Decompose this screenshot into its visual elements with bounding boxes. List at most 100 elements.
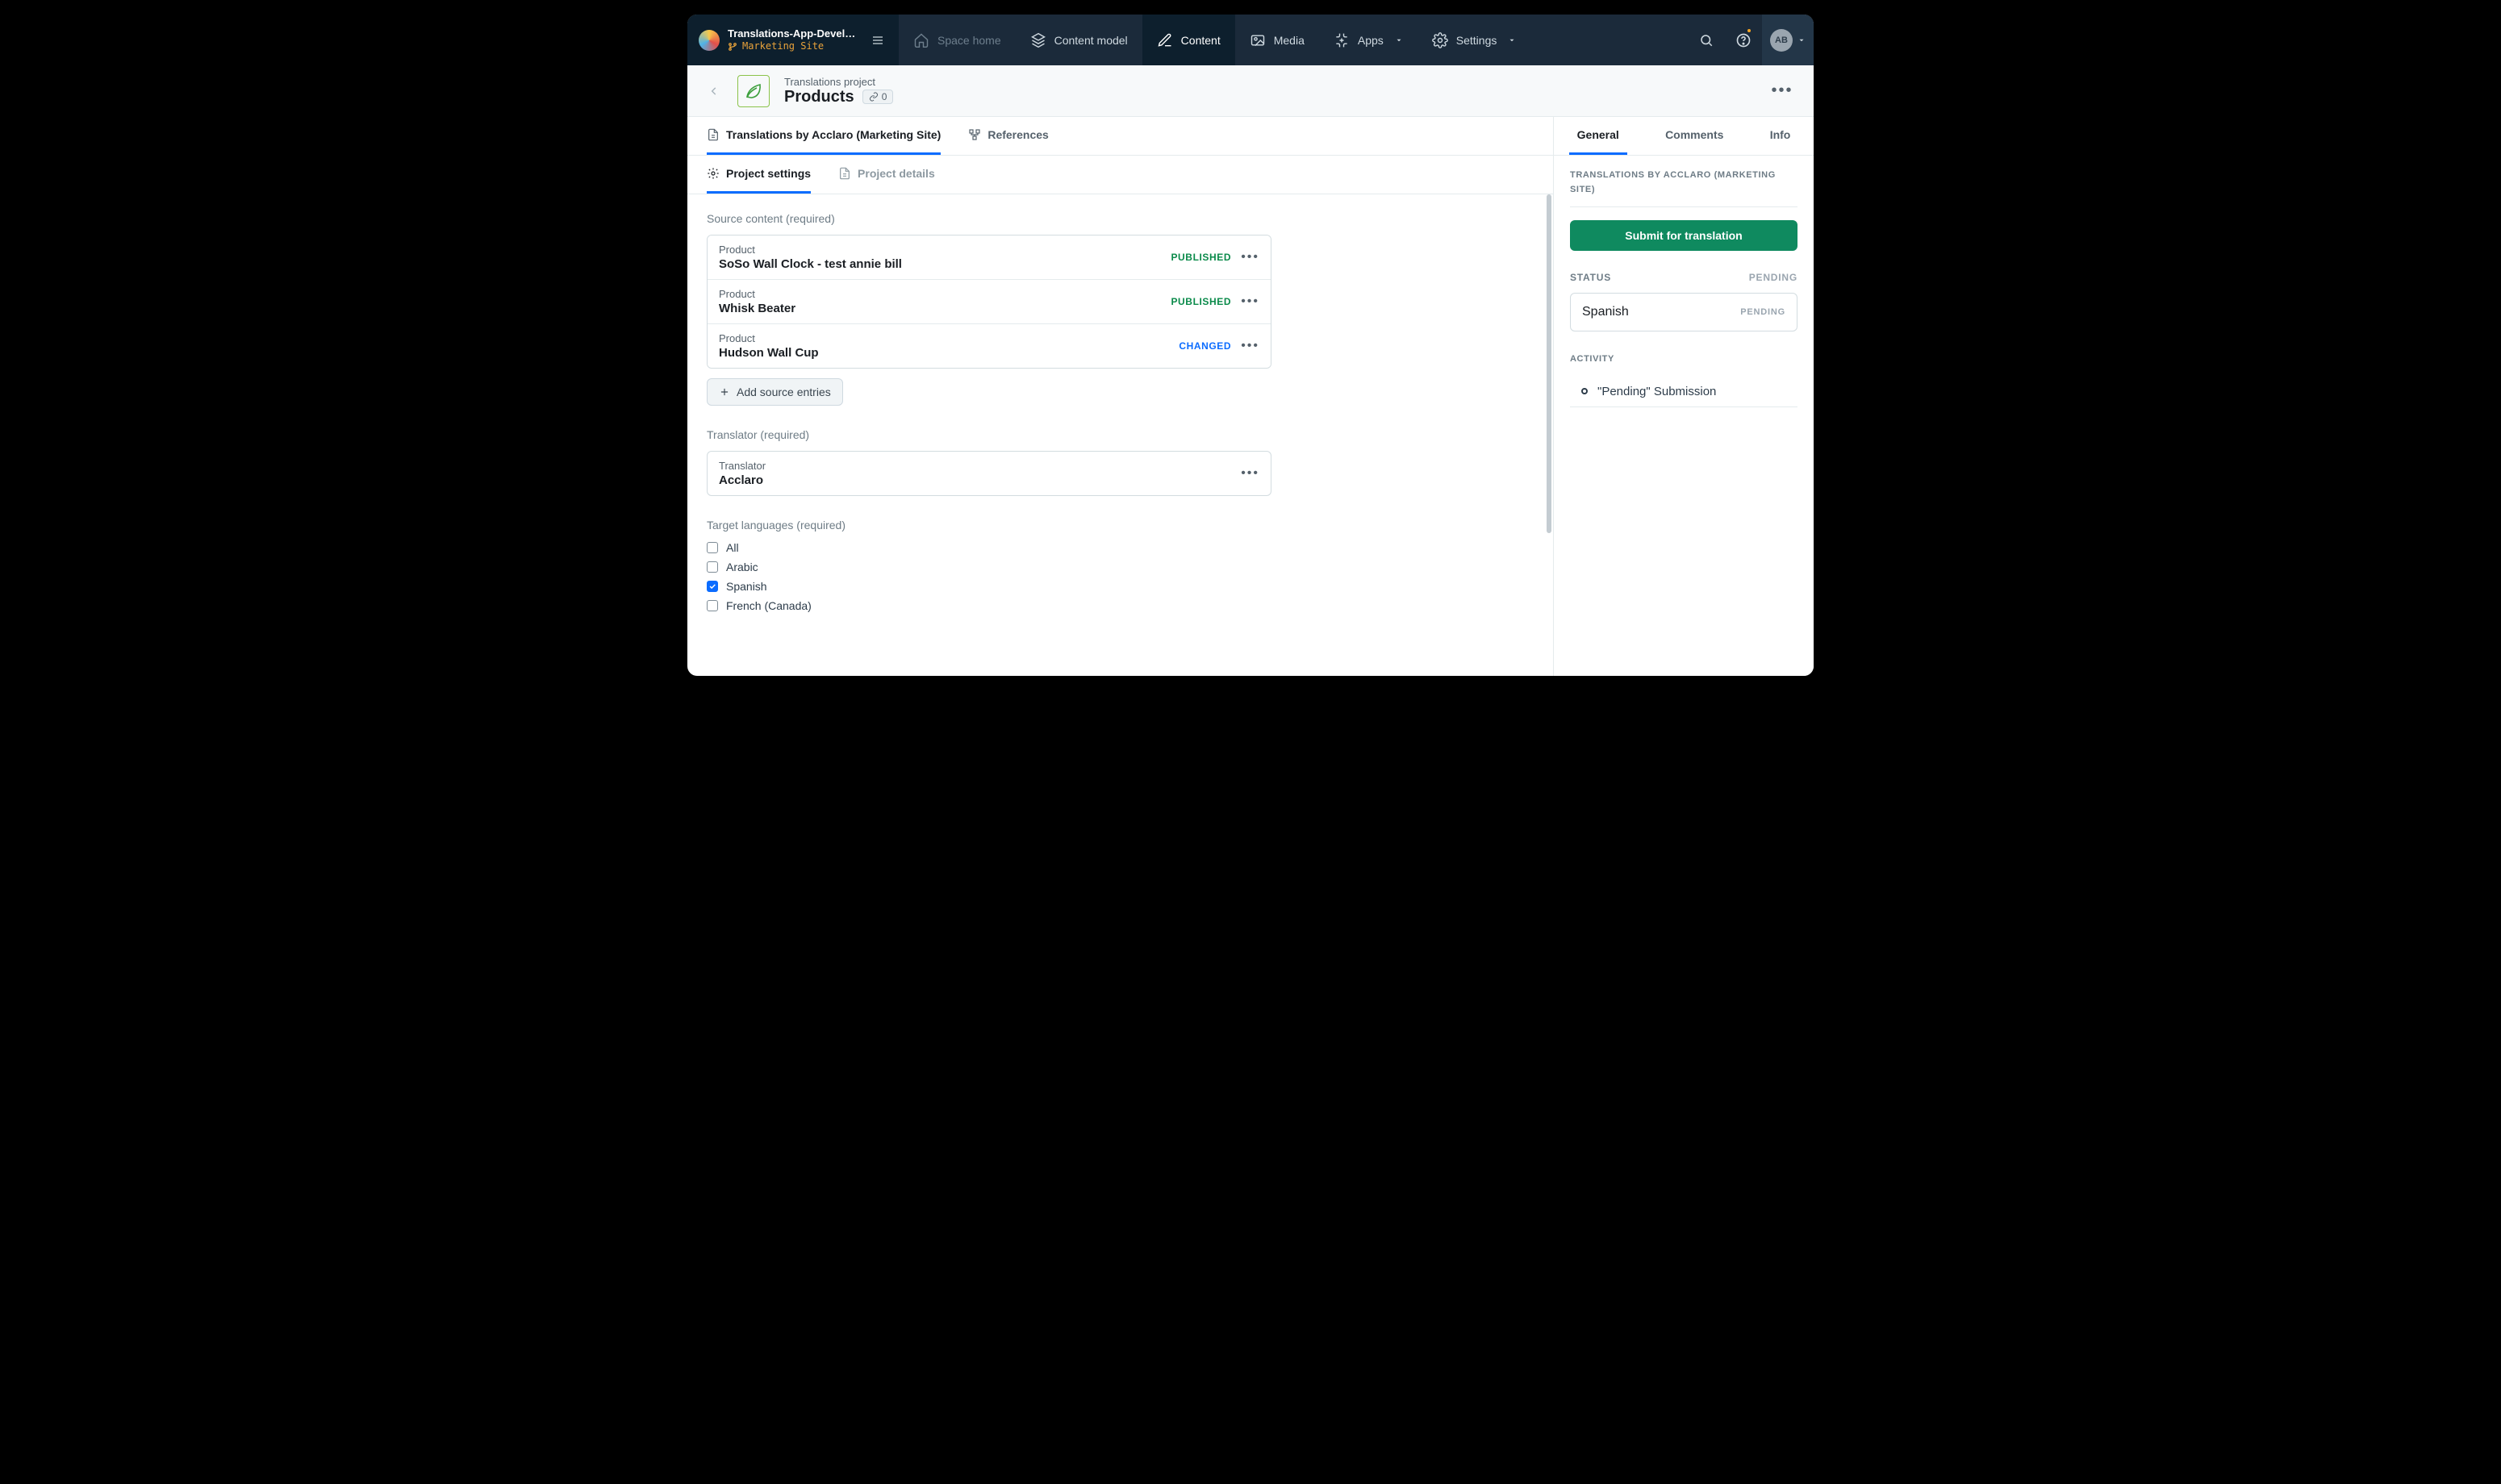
activity-text: "Pending" Submission (1597, 385, 1716, 398)
entry-title: SoSo Wall Clock - test annie bill (719, 257, 902, 271)
nav-content-model[interactable]: Content model (1016, 15, 1142, 65)
entry-header: Translations project Products 0 ••• (687, 65, 1814, 117)
page-title: Products (784, 88, 854, 106)
form-body: Source content (required) ProductSoSo Wa… (687, 194, 1553, 676)
main-area: Translations by Acclaro (Marketing Site)… (687, 117, 1814, 676)
nav-media[interactable]: Media (1235, 15, 1319, 65)
target-languages-label: Target languages (required) (707, 519, 1529, 531)
status-badge: CHANGED (1179, 340, 1231, 352)
nav-apps[interactable]: Apps (1319, 15, 1418, 65)
chevron-down-icon (1797, 36, 1806, 44)
settings-icon (1432, 32, 1448, 48)
nav-space-home[interactable]: Space home (899, 15, 1016, 65)
language-option-arabic[interactable]: Arabic (707, 561, 1529, 573)
sidebar-tabs: General Comments Info (1554, 117, 1814, 156)
branch-icon (728, 42, 737, 52)
apps-icon (1334, 32, 1350, 48)
translator-label: Translator (required) (707, 428, 1529, 441)
language-status: PENDING (1740, 307, 1785, 317)
subtab-project-details[interactable]: Project details (838, 156, 935, 194)
search-button[interactable] (1688, 15, 1725, 65)
user-menu[interactable]: AB (1762, 15, 1814, 65)
environment-name: Marketing Site (742, 40, 824, 52)
chevron-down-icon (1395, 36, 1403, 44)
divider (1570, 206, 1797, 207)
language-option-spanish[interactable]: Spanish (707, 580, 1529, 593)
doc-icon (838, 167, 851, 180)
contentful-logo-icon (699, 30, 720, 51)
language-option-french-canada-[interactable]: French (Canada) (707, 599, 1529, 612)
checkbox-icon (707, 581, 718, 592)
checkbox-icon (707, 600, 718, 611)
help-button[interactable] (1725, 15, 1762, 65)
status-badge: PUBLISHED (1171, 296, 1231, 307)
app-window: Translations-App-Develo… Marketing Site … (687, 15, 1814, 676)
source-entry-card[interactable]: Product Whisk Beater PUBLISHED ••• (708, 280, 1271, 324)
references-badge[interactable]: 0 (862, 90, 894, 104)
link-icon (869, 92, 879, 102)
status-value: PENDING (1749, 272, 1797, 283)
status-label: STATUS (1570, 272, 1611, 283)
translator-menu-button[interactable]: ••• (1241, 466, 1259, 481)
editor-panel: Translations by Acclaro (Marketing Site)… (687, 117, 1554, 676)
submit-for-translation-button[interactable]: Submit for translation (1570, 220, 1797, 251)
gear-icon (707, 167, 720, 180)
activity-label: ACTIVITY (1570, 352, 1797, 367)
add-source-entries-button[interactable]: Add source entries (707, 378, 843, 406)
space-home-icon (913, 32, 929, 48)
search-icon (1699, 33, 1714, 48)
entry-menu-button[interactable]: ••• (1241, 339, 1259, 353)
checkbox-icon (707, 561, 718, 573)
content-type-icon (737, 75, 770, 107)
leaf-icon (744, 81, 763, 101)
source-content-label: Source content (required) (707, 212, 1529, 225)
chevron-left-icon (708, 85, 720, 97)
checkbox-icon (707, 542, 718, 553)
sidebar-panel: General Comments Info TRANSLATIONS BY ACCL… (1554, 117, 1814, 676)
translator-name: Acclaro (719, 473, 766, 487)
source-entry-card[interactable]: Product Hudson Wall Cup CHANGED ••• (708, 324, 1271, 368)
status-badge: PUBLISHED (1171, 252, 1231, 263)
avatar: AB (1770, 29, 1793, 52)
top-navbar: Translations-App-Develo… Marketing Site … (687, 15, 1814, 65)
content-icon (1157, 32, 1173, 48)
sidebar-tab-general[interactable]: General (1569, 117, 1627, 155)
entry-type: Product (719, 244, 902, 256)
nav-items: Space homeContent modelContentMediaAppsS… (899, 15, 1530, 65)
notification-dot-icon (1746, 27, 1752, 34)
language-option-all[interactable]: All (707, 541, 1529, 554)
sidebar-tab-info[interactable]: Info (1762, 117, 1799, 155)
space-menu-button[interactable] (866, 29, 889, 52)
entry-title: Hudson Wall Cup (719, 346, 819, 360)
entry-type: Product (719, 288, 795, 300)
breadcrumb: Translations project (784, 76, 893, 88)
nav-settings[interactable]: Settings (1418, 15, 1531, 65)
activity-dot-icon (1581, 388, 1588, 394)
sidebar-app-title: TRANSLATIONS BY ACCLARO (MARKETING SITE) (1570, 169, 1797, 197)
language-status-card: Spanish PENDING (1570, 293, 1797, 331)
content-model-icon (1030, 32, 1046, 48)
sidebar-tab-comments[interactable]: Comments (1657, 117, 1731, 155)
source-content-list: ProductSoSo Wall Clock - test annie bill… (707, 235, 1271, 369)
scrollbar[interactable] (1547, 194, 1551, 533)
back-button[interactable] (705, 82, 723, 100)
translator-type: Translator (719, 460, 766, 472)
space-switcher[interactable]: Translations-App-Develo… Marketing Site (687, 15, 899, 65)
source-entry-card[interactable]: ProductSoSo Wall Clock - test annie bill… (708, 236, 1271, 280)
nav-content[interactable]: Content (1142, 15, 1235, 65)
entry-menu-button[interactable]: ••• (1241, 250, 1259, 265)
tab-translations-by-acclaro-marketing-site-[interactable]: Translations by Acclaro (Marketing Site) (707, 117, 941, 155)
activity-item: "Pending" Submission (1570, 377, 1797, 407)
entry-type: Product (719, 332, 819, 344)
plus-icon (719, 386, 730, 398)
subtab-project-settings[interactable]: Project settings (707, 156, 811, 194)
app-sub-tabs: Project settings Project details (687, 156, 1553, 194)
entry-menu-button[interactable]: ••• (1241, 294, 1259, 309)
translator-card[interactable]: Translator Acclaro ••• (707, 451, 1271, 496)
help-icon (1735, 32, 1752, 48)
entry-title: Whisk Beater (719, 302, 795, 315)
tab-references[interactable]: References (968, 117, 1049, 155)
doc-icon (707, 128, 720, 141)
entry-actions-menu[interactable]: ••• (1768, 77, 1796, 105)
editor-tabs: Translations by Acclaro (Marketing Site)… (687, 117, 1553, 156)
